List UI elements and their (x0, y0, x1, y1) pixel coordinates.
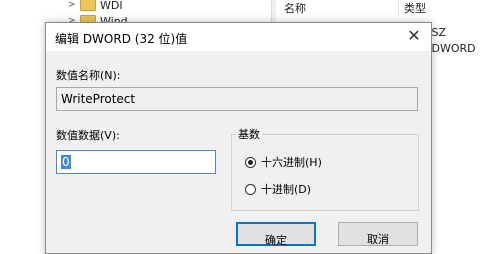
dialog-title: 编辑 DWORD (32 位)值 (55, 32, 188, 46)
close-icon[interactable]: ✕ (405, 27, 423, 45)
ok-button[interactable]: 确定 (236, 222, 316, 247)
folder-icon (80, 0, 96, 11)
tree-item-label: WDI (100, 0, 123, 12)
column-header-name[interactable]: 名称 (284, 0, 306, 15)
radio-unchecked-icon[interactable] (245, 183, 256, 195)
edit-dword-dialog: 编辑 DWORD (32 位)值 ✕ 数值名称(N): WriteProtect… (45, 22, 432, 254)
value-data-field[interactable]: 0 (56, 150, 216, 174)
radio-label: 十六进制(H) (261, 156, 322, 169)
radio-hexadecimal[interactable]: 十六进制(H) (245, 154, 322, 170)
value-data-text: 0 (61, 155, 71, 169)
cancel-button[interactable]: 取消 (338, 222, 418, 246)
dialog-titlebar[interactable]: 编辑 DWORD (32 位)值 ✕ (46, 23, 431, 51)
value-name-field[interactable]: WriteProtect (56, 87, 418, 111)
tree-item[interactable]: > WDI (68, 0, 123, 12)
radio-checked-icon[interactable] (245, 156, 256, 168)
column-header-type[interactable]: 类型 (404, 0, 426, 15)
base-groupbox (231, 134, 419, 211)
radio-decimal[interactable]: 十进制(D) (245, 181, 311, 197)
value-name-label: 数值名称(N): (56, 69, 121, 82)
value-type-cell: _DWORD (426, 42, 476, 55)
radio-label: 十进制(D) (261, 183, 312, 196)
chevron-right-icon[interactable]: > (68, 0, 76, 12)
base-group-label: 基数 (236, 126, 262, 142)
value-data-label: 数值数据(V): (56, 129, 120, 142)
column-divider[interactable] (398, 0, 399, 16)
